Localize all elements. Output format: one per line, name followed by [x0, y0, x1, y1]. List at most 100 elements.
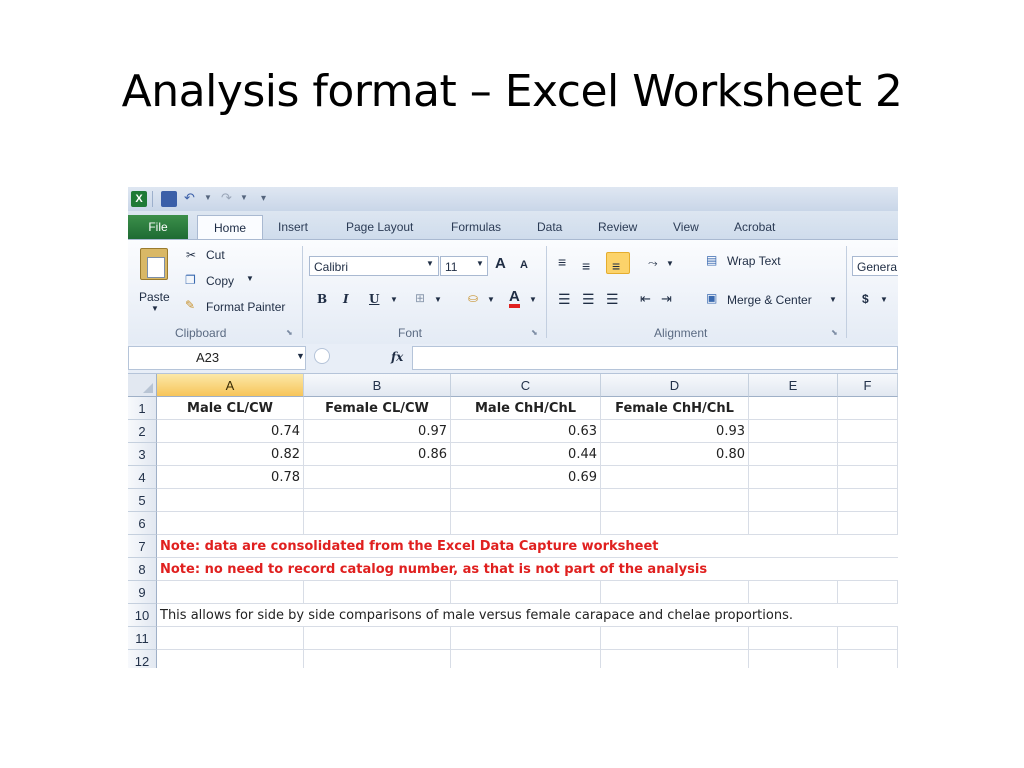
data-cell[interactable]	[601, 512, 749, 535]
font-name-dropdown-icon[interactable]: ▼	[426, 259, 434, 268]
name-box-dropdown-icon[interactable]: ▼	[296, 351, 305, 361]
data-cell[interactable]	[749, 627, 838, 650]
column-header-e[interactable]: E	[749, 374, 838, 397]
cut-button[interactable]: Cut	[206, 248, 225, 262]
save-icon[interactable]	[161, 191, 177, 207]
row-header[interactable]: 9	[128, 581, 157, 604]
data-cell[interactable]	[304, 627, 451, 650]
borders-icon[interactable]: ⊞	[415, 291, 425, 305]
tab-file[interactable]: File	[128, 215, 188, 239]
font-color-dropdown-icon[interactable]: ▼	[529, 295, 537, 304]
paste-icon[interactable]	[140, 248, 168, 280]
font-launcher-icon[interactable]: ⬊	[531, 328, 538, 337]
data-cell[interactable]	[749, 489, 838, 512]
select-all-corner[interactable]	[128, 374, 157, 397]
header-cell[interactable]: Male ChH/ChL	[451, 397, 601, 420]
data-cell[interactable]	[838, 466, 898, 489]
header-cell[interactable]	[838, 397, 898, 420]
tab-view[interactable]: View	[673, 217, 699, 237]
row-header[interactable]: 8	[128, 558, 157, 581]
alignment-launcher-icon[interactable]: ⬊	[831, 328, 838, 337]
data-cell[interactable]	[157, 627, 304, 650]
increase-indent-icon[interactable]: ⇥	[661, 291, 672, 307]
italic-button[interactable]: I	[343, 292, 349, 306]
data-cell[interactable]	[157, 512, 304, 535]
data-cell[interactable]: 0.44	[451, 443, 601, 466]
tab-formulas[interactable]: Formulas	[451, 217, 501, 237]
align-right-icon[interactable]: ☰	[606, 291, 619, 308]
clipboard-launcher-icon[interactable]: ⬊	[286, 328, 293, 337]
middle-align-icon[interactable]: ≡	[582, 258, 590, 274]
data-cell[interactable]	[601, 466, 749, 489]
customize-qat-icon[interactable]: ▾	[261, 193, 266, 204]
wrap-text-button[interactable]: Wrap Text	[727, 254, 781, 268]
data-cell[interactable]	[838, 420, 898, 443]
copy-button[interactable]: Copy	[206, 274, 234, 288]
redo-icon[interactable]: ↷	[221, 191, 237, 207]
grow-font-button[interactable]: A	[495, 255, 506, 272]
data-cell[interactable]	[838, 650, 898, 668]
data-cell[interactable]	[304, 466, 451, 489]
orientation-dropdown-icon[interactable]: ▼	[666, 259, 674, 268]
name-box[interactable]: A23	[128, 346, 306, 370]
decrease-indent-icon[interactable]: ⇤	[640, 291, 651, 307]
data-cell[interactable]: 0.80	[601, 443, 749, 466]
row-header[interactable]: 5	[128, 489, 157, 512]
data-cell[interactable]	[838, 512, 898, 535]
tab-insert[interactable]: Insert	[278, 217, 308, 237]
format-painter-button[interactable]: Format Painter	[206, 300, 285, 314]
row-header[interactable]: 1	[128, 397, 157, 420]
insert-function-button[interactable]: fx	[391, 350, 403, 364]
currency-button[interactable]: $	[862, 292, 869, 306]
data-cell[interactable]	[451, 581, 601, 604]
row-header[interactable]: 4	[128, 466, 157, 489]
tab-acrobat[interactable]: Acrobat	[734, 217, 775, 237]
data-cell[interactable]	[304, 512, 451, 535]
row-header[interactable]: 3	[128, 443, 157, 466]
header-cell[interactable]: Female ChH/ChL	[601, 397, 749, 420]
column-header-c[interactable]: C	[451, 374, 601, 397]
data-cell[interactable]	[304, 489, 451, 512]
fill-color-dropdown-icon[interactable]: ▼	[487, 295, 495, 304]
data-cell[interactable]: 0.86	[304, 443, 451, 466]
data-cell[interactable]: 0.74	[157, 420, 304, 443]
tab-page-layout[interactable]: Page Layout	[346, 217, 413, 237]
merge-center-dropdown-icon[interactable]: ▼	[829, 295, 837, 304]
tab-data[interactable]: Data	[537, 217, 562, 237]
data-cell[interactable]	[157, 581, 304, 604]
bold-button[interactable]: B	[317, 292, 327, 306]
column-header-f[interactable]: F	[838, 374, 898, 397]
data-cell[interactable]: 0.63	[451, 420, 601, 443]
currency-dropdown-icon[interactable]: ▼	[880, 295, 888, 304]
copy-dropdown-icon[interactable]: ▼	[246, 274, 254, 283]
data-cell[interactable]: 0.97	[304, 420, 451, 443]
data-cell[interactable]	[157, 650, 304, 668]
data-cell[interactable]	[838, 581, 898, 604]
row-header[interactable]: 7	[128, 535, 157, 558]
underline-button[interactable]: U	[369, 292, 379, 306]
underline-dropdown-icon[interactable]: ▼	[390, 295, 398, 304]
row-header[interactable]: 2	[128, 420, 157, 443]
fill-color-icon[interactable]: ⛀	[468, 291, 478, 305]
header-cell[interactable]	[749, 397, 838, 420]
data-cell[interactable]	[749, 420, 838, 443]
data-cell[interactable]	[749, 466, 838, 489]
top-align-icon[interactable]: ≡	[558, 254, 566, 270]
row-header[interactable]: 12	[128, 650, 157, 668]
borders-dropdown-icon[interactable]: ▼	[434, 295, 442, 304]
column-header-d[interactable]: D	[601, 374, 749, 397]
data-cell[interactable]	[749, 650, 838, 668]
row-header[interactable]: 10	[128, 604, 157, 627]
paste-button[interactable]: Paste	[139, 290, 170, 304]
merge-center-button[interactable]: Merge & Center	[727, 293, 812, 307]
data-cell[interactable]	[451, 489, 601, 512]
formula-input[interactable]	[412, 346, 898, 370]
number-format-select[interactable]: Genera	[852, 256, 898, 276]
header-cell[interactable]: Female CL/CW	[304, 397, 451, 420]
data-cell[interactable]	[838, 627, 898, 650]
font-size-dropdown-icon[interactable]: ▼	[476, 259, 484, 268]
undo-icon[interactable]: ↶	[184, 191, 200, 207]
tab-review[interactable]: Review	[598, 217, 637, 237]
data-cell[interactable]	[601, 650, 749, 668]
align-left-icon[interactable]: ☰	[558, 291, 571, 308]
